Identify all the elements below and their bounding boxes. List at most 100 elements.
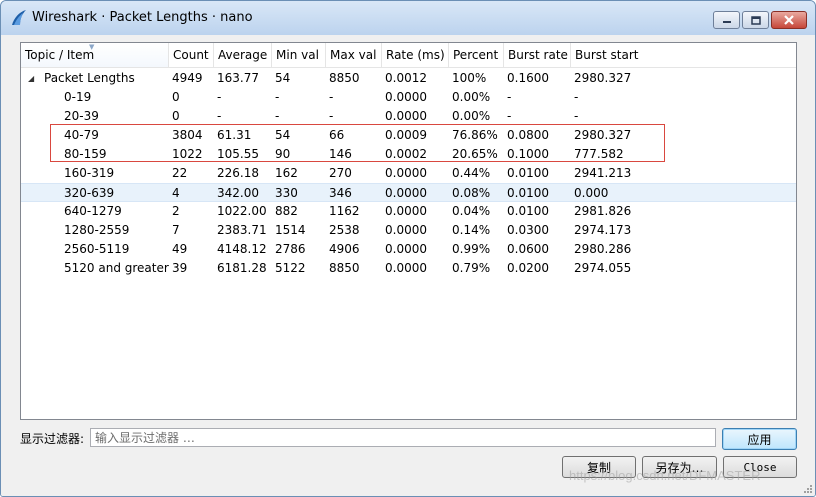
sort-indicator-icon: ▼ xyxy=(89,43,95,51)
cell-rate: 0.0000 xyxy=(385,204,427,218)
column-header-max-val[interactable]: Max val xyxy=(326,43,382,67)
table-row[interactable]: 1280-2559 7 2383.71 1514 2538 0.0000 0.14% 0.03… xyxy=(21,221,796,240)
cell-max: 346 xyxy=(329,186,352,200)
cell-average: - xyxy=(217,90,222,104)
cell-item: 320-639 xyxy=(64,186,115,200)
table-row[interactable]: 320-639 4 342.00 330 346 0.0000 0.08% 0.0100 0.0… xyxy=(21,183,796,202)
window-title: Wireshark · Packet Lengths · nano xyxy=(32,10,253,25)
cell-item: 0-19 xyxy=(64,90,92,104)
maximize-button[interactable] xyxy=(742,11,769,29)
table-row[interactable]: 0-19 0 - - - 0.0000 0.00% - - xyxy=(21,88,796,107)
cell-percent: 100% xyxy=(452,71,487,85)
table-row[interactable]: 40-79 3804 61.31 54 66 0.0009 76.86% 0.0800 2980… xyxy=(21,126,796,145)
cell-rate: 0.0000 xyxy=(385,261,427,275)
column-header-percent[interactable]: Percent xyxy=(449,43,504,67)
cell-burst-rate: 0.1600 xyxy=(507,71,549,85)
cell-burst-start: 2980.286 xyxy=(574,242,632,256)
table-row[interactable]: 160-319 22 226.18 162 270 0.0000 0.44% 0.0100 29… xyxy=(21,164,796,183)
resize-grip-icon[interactable] xyxy=(803,484,813,494)
cell-percent: 0.79% xyxy=(452,261,491,275)
cell-max: 8850 xyxy=(329,71,360,85)
cell-burst-start: - xyxy=(574,109,579,123)
cell-percent: 0.00% xyxy=(452,90,491,104)
display-filter-input[interactable] xyxy=(90,428,716,447)
cell-burst-start: 777.582 xyxy=(574,147,624,161)
column-header-rate[interactable]: Rate (ms) xyxy=(382,43,449,67)
copy-button[interactable]: 复制 xyxy=(562,456,636,478)
table-row[interactable]: 20-39 0 - - - 0.0000 0.00% - - xyxy=(21,107,796,126)
cell-min: 90 xyxy=(275,147,291,161)
save-as-button[interactable]: 另存为… xyxy=(642,456,717,478)
packet-lengths-window: Wireshark · Packet Lengths · nano ▼ Topi… xyxy=(0,0,816,497)
cell-burst-rate: - xyxy=(507,90,512,104)
cell-max: - xyxy=(329,109,334,123)
title-bar[interactable]: Wireshark · Packet Lengths · nano xyxy=(1,1,815,35)
cell-percent: 76.86% xyxy=(452,128,498,142)
column-header-min-val[interactable]: Min val xyxy=(272,43,326,67)
cell-percent: 0.99% xyxy=(452,242,491,256)
tree-row-parent[interactable]: Packet Lengths 4949 163.77 54 8850 0.0012 100%… xyxy=(21,69,796,88)
cell-burst-start: 2941.213 xyxy=(574,166,632,180)
column-header-label: Topic / Item xyxy=(25,48,95,62)
column-header-burst-start[interactable]: Burst start xyxy=(571,43,796,67)
cell-max: 4906 xyxy=(329,242,360,256)
cell-burst-rate: 0.0300 xyxy=(507,223,549,237)
cell-min: 162 xyxy=(275,166,298,180)
cell-count: 3804 xyxy=(172,128,203,142)
display-filter-label: 显示过滤器: xyxy=(20,432,85,446)
cell-count: 1022 xyxy=(172,147,203,161)
cell-average: 226.18 xyxy=(217,166,259,180)
cell-max: - xyxy=(329,90,334,104)
cell-min: 2786 xyxy=(275,242,306,256)
cell-item: 80-159 xyxy=(64,147,107,161)
cell-count: 22 xyxy=(172,166,188,180)
cell-average: 61.31 xyxy=(217,128,252,142)
cell-rate: 0.0000 xyxy=(385,90,427,104)
cell-percent: 20.65% xyxy=(452,147,498,161)
window-close-button[interactable] xyxy=(771,11,807,29)
cell-rate: 0.0012 xyxy=(385,71,427,85)
column-header-label: Max val xyxy=(330,48,377,62)
cell-average: 1022.00 xyxy=(217,204,267,218)
cell-average: - xyxy=(217,109,222,123)
table-row[interactable]: 640-1279 2 1022.00 882 1162 0.0000 0.04% 0.0100… xyxy=(21,202,796,221)
table-row[interactable]: 2560-5119 49 4148.12 2786 4906 0.0000 0.99% 0.0… xyxy=(21,240,796,259)
expand-collapse-icon[interactable]: ◢ xyxy=(28,69,34,88)
cell-rate: 0.0000 xyxy=(385,186,427,200)
close-button[interactable]: Close xyxy=(723,456,797,478)
cell-rate: 0.0002 xyxy=(385,147,427,161)
cell-average: 163.77 xyxy=(217,71,259,85)
cell-average: 6181.28 xyxy=(217,261,267,275)
column-header-label: Rate (ms) xyxy=(386,48,445,62)
cell-percent: 0.04% xyxy=(452,204,491,218)
column-header-count[interactable]: Count xyxy=(169,43,214,67)
cell-max: 146 xyxy=(329,147,352,161)
cell-percent: 0.08% xyxy=(452,186,491,200)
cell-burst-start: 2980.327 xyxy=(574,128,632,142)
cell-rate: 0.0000 xyxy=(385,166,427,180)
minimize-button[interactable] xyxy=(713,11,740,29)
cell-count: 7 xyxy=(172,223,180,237)
cell-rate: 0.0000 xyxy=(385,223,427,237)
cell-min: 5122 xyxy=(275,261,306,275)
apply-filter-button[interactable]: 应用 xyxy=(722,428,797,450)
table-row[interactable]: 80-159 1022 105.55 90 146 0.0002 20.65% 0.1000 7… xyxy=(21,145,796,164)
table-header: ▼ Topic / Item Count Average Min val Max… xyxy=(21,43,796,68)
cell-count: 0 xyxy=(172,109,180,123)
cell-item: 2560-5119 xyxy=(64,242,130,256)
table-row[interactable]: 5120 and greater 39 6181.28 5122 8850 0.0000 0… xyxy=(21,259,796,278)
cell-count: 2 xyxy=(172,204,180,218)
cell-burst-start: 2980.327 xyxy=(574,71,632,85)
column-header-average[interactable]: Average xyxy=(214,43,272,67)
column-header-topic[interactable]: ▼ Topic / Item xyxy=(21,43,169,67)
cell-item: Packet Lengths xyxy=(44,71,135,85)
cell-item: 640-1279 xyxy=(64,204,122,218)
cell-percent: 0.14% xyxy=(452,223,491,237)
column-header-label: Average xyxy=(218,48,268,62)
stats-tree[interactable]: ▼ Topic / Item Count Average Min val Max… xyxy=(20,42,797,420)
cell-min: 330 xyxy=(275,186,298,200)
cell-rate: 0.0000 xyxy=(385,109,427,123)
column-header-label: Count xyxy=(173,48,209,62)
cell-burst-rate: 0.0100 xyxy=(507,204,549,218)
column-header-burst-rate[interactable]: Burst rate xyxy=(504,43,571,67)
